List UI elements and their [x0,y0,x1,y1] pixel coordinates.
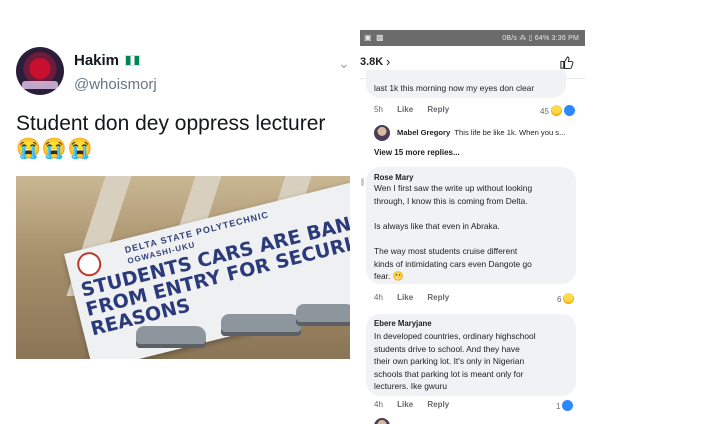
tweet-photo[interactable]: DELTA STATE POLYTECHNIC OGWASHI-UKU STUD… [16,176,350,359]
car-image [296,304,350,326]
comment-bubble: last 1k this morning now my eyes don cle… [366,70,566,98]
comment-line: lecturers. Ike gwuru [374,381,448,392]
comment-line: Is always like that even in Abraka. [374,220,500,231]
comment-line: through, I know this is coming from Delt… [374,195,528,206]
comment-line [374,207,574,220]
display-name-row[interactable]: Hakim [74,52,141,69]
comment-line: students drive to school. And they have [374,343,520,354]
view-more-replies-link[interactable]: View 15 more replies... [374,148,460,157]
comment-line: The way most students cruise different [374,245,518,256]
comment-line: In developed countries, ordinary highsch… [374,331,536,341]
chevron-right-icon[interactable]: › [386,54,390,69]
comment-line: their own parking lot. It's only in Nige… [374,356,525,367]
comment-bubble: Ebere Maryjane In developed countries, o… [366,314,576,396]
avatar[interactable] [361,178,364,186]
reply-text: This life be like 1k. When you s... [454,128,566,137]
facebook-comments-screen: ▣ ▩ 0B/s ⁂ ▯ 64% 3:36 PM 3.8K › last 1k … [360,30,585,424]
grimace-emoji-icon: 😬 [392,271,404,282]
comment-reply-link[interactable]: Reply [427,293,449,302]
tweet-card: Hakim @whoismorj ⌄ Student don dey oppre… [0,0,360,424]
comment-meta: 4h Like Reply [374,400,461,409]
comment-like-link[interactable]: Like [397,400,413,409]
comment-reactions[interactable]: 6 [557,293,575,304]
comment-author[interactable]: Rose Mary [374,173,413,182]
comment-body: Wen I first saw the write up without loo… [374,182,574,283]
comment-line [374,232,574,245]
car-image [221,314,301,336]
comment-bubble: Rose Mary Wen I first saw the write up w… [366,167,576,284]
car-image [136,326,206,348]
avatar[interactable] [16,47,64,95]
comment-reply-link[interactable]: Reply [427,400,449,409]
image-icon: ▣ [364,33,372,42]
avatar[interactable] [374,125,390,141]
chevron-down-icon[interactable]: ⌄ [338,55,350,72]
comment-like-link[interactable]: Like [397,293,413,302]
comment-line: Wen I first saw the write up without loo… [374,183,533,193]
crying-emoji-icons: 😭😭😭 [16,138,94,160]
avatar[interactable] [374,418,390,424]
user-handle[interactable]: @whoismorj [74,76,157,93]
reply-preview[interactable]: Mabel Gregory This life be like 1k. When… [397,128,565,137]
comment-reply-link[interactable]: Reply [427,105,449,114]
lock-icon: ▩ [376,33,384,42]
display-name[interactable]: Hakim [74,52,119,69]
comment-body: In developed countries, ordinary highsch… [374,330,574,393]
comment-line: fear. [374,271,391,282]
tweet-text: Student don dey oppress lecturer [16,112,326,135]
comment-time: 5h [374,105,383,114]
comment-reactions[interactable]: 1 [556,400,574,411]
haha-reaction-icon [550,105,562,116]
comment-text: last 1k this morning now my eyes don cle… [374,83,535,93]
reaction-count[interactable]: 3.8K [360,56,383,68]
thumbs-up-icon[interactable] [559,55,574,70]
comment-meta: 4h Like Reply [374,293,461,302]
comment-reactions[interactable]: 45 [540,105,575,116]
comment-line: kinds of intimidating cars even Dangote … [374,258,532,269]
status-info: 0B/s ⁂ ▯ 64% 3:36 PM [502,35,579,42]
comment-like-link[interactable]: Like [397,105,413,114]
comment-line: schools that parking lot is meant only f… [374,368,524,379]
comment-time: 4h [374,293,383,302]
reply-author[interactable]: Mabel Gregory [397,128,450,137]
phone-status-bar: ▣ ▩ 0B/s ⁂ ▯ 64% 3:36 PM [360,30,585,46]
like-reaction-icon [563,105,575,116]
comment-meta: 5h Like Reply [374,105,461,114]
nigeria-flag-icon [125,55,141,66]
comment-author[interactable]: Ebere Maryjane [374,319,432,328]
comment-time: 4h [374,400,383,409]
like-reaction-icon [562,400,574,411]
haha-reaction-icon [563,293,575,304]
